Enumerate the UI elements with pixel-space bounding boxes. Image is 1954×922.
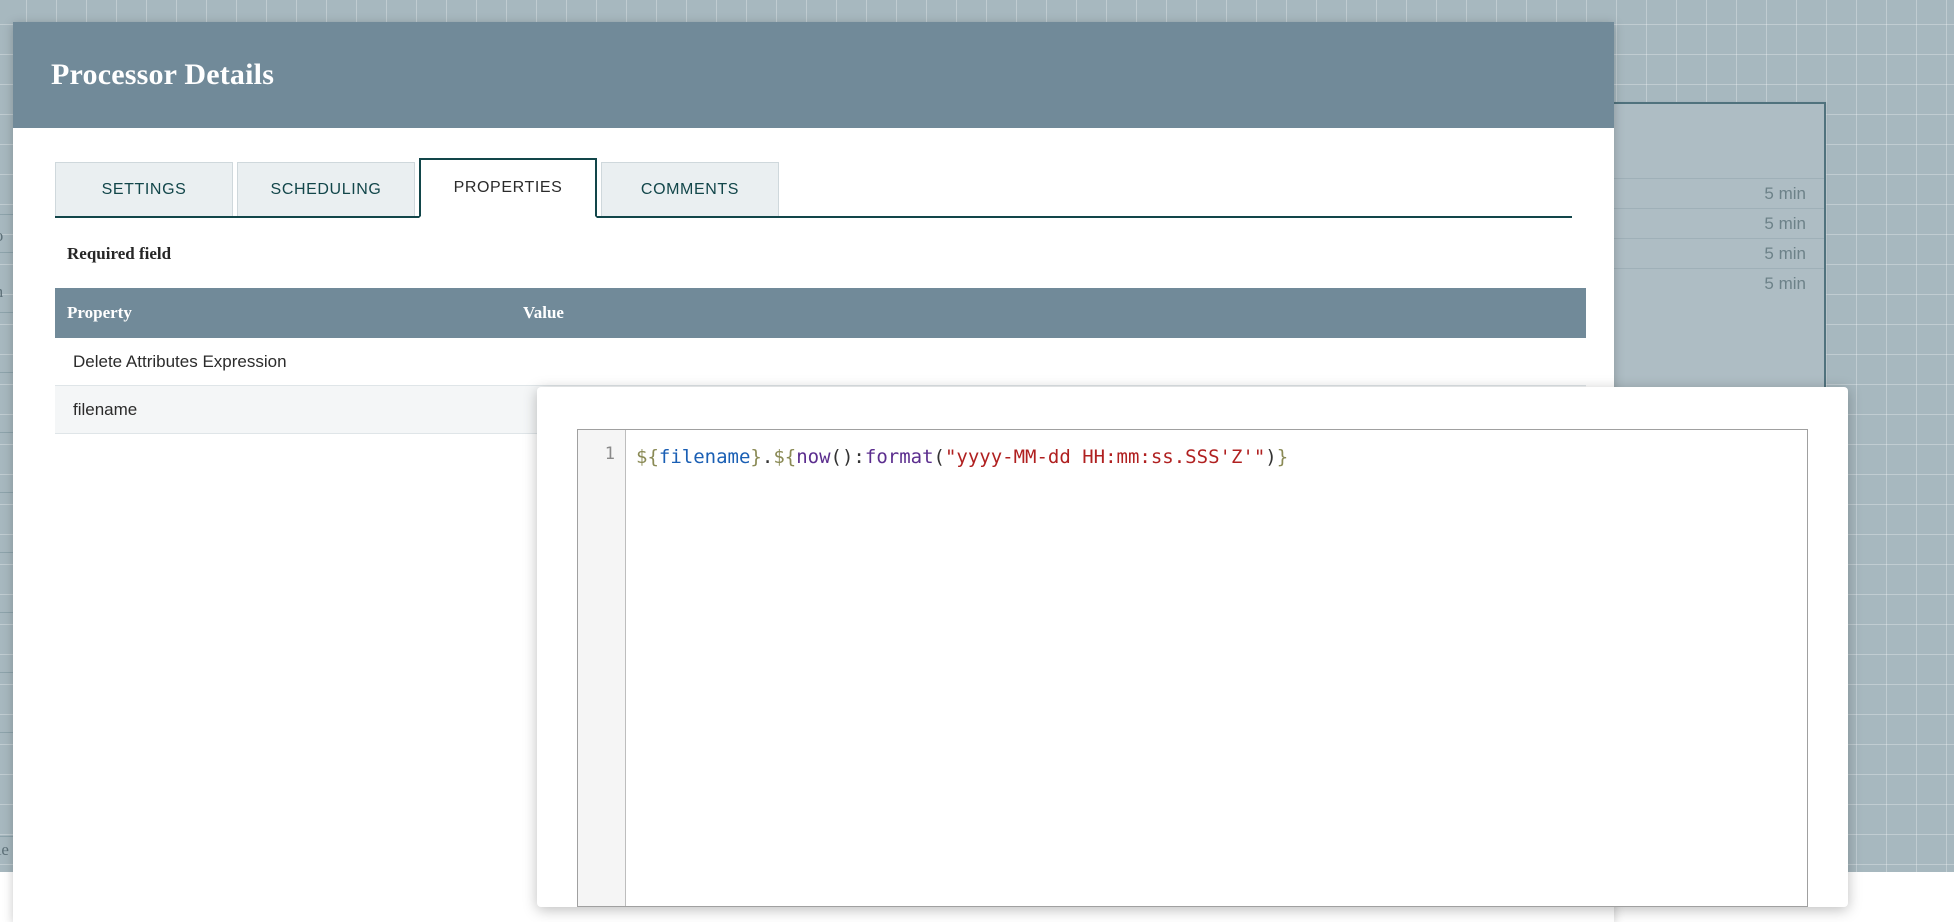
- code-token: format: [865, 446, 934, 468]
- code-token: ${: [773, 446, 796, 468]
- background-processor-box[interactable]: 5 min 5 min 5 min 5 min: [1612, 102, 1826, 407]
- code-token: :: [853, 446, 864, 468]
- processor-box-row: 5 min: [1614, 178, 1824, 208]
- code-editor-input[interactable]: ${filename}.${now():format("yyyy-MM-dd H…: [626, 430, 1807, 906]
- dialog-header: Processor Details: [13, 22, 1614, 128]
- expression-editor-popup: 1 ${filename}.${now():format("yyyy-MM-dd…: [537, 387, 1848, 907]
- code-token: "yyyy-MM-dd HH:mm:ss.SSS'Z'": [945, 446, 1265, 468]
- code-token: ): [1265, 446, 1276, 468]
- tabs-container: SETTINGS SCHEDULING PROPERTIES COMMENTS: [13, 128, 1614, 218]
- expression-editor-body: 1 ${filename}.${now():format("yyyy-MM-dd…: [577, 429, 1808, 907]
- column-header-property: Property: [55, 303, 515, 323]
- table-row[interactable]: Delete Attributes Expression: [55, 338, 1586, 386]
- required-field-note: Required field: [67, 244, 1614, 264]
- edge-text-fragment: m: [0, 282, 3, 302]
- code-token: (): [831, 446, 854, 468]
- line-number-gutter: 1: [578, 430, 626, 906]
- code-token: now: [796, 446, 830, 468]
- code-token: }: [1277, 446, 1288, 468]
- tab-scheduling[interactable]: SCHEDULING: [237, 162, 415, 216]
- processor-box-row: 5 min: [1614, 208, 1824, 238]
- processor-box-spacer: [1614, 104, 1824, 178]
- table-header-row: Property Value: [55, 288, 1586, 338]
- processor-box-row: 5 min: [1614, 238, 1824, 268]
- edge-text-fragment: to: [0, 226, 3, 246]
- code-token: .: [762, 446, 773, 468]
- line-number: 1: [605, 444, 615, 464]
- code-token: }: [750, 446, 761, 468]
- property-name: Delete Attributes Expression: [55, 352, 515, 372]
- processor-box-row: 5 min: [1614, 268, 1824, 298]
- property-name: filename: [55, 400, 515, 420]
- code-token: (: [934, 446, 945, 468]
- tab-bar: SETTINGS SCHEDULING PROPERTIES COMMENTS: [55, 158, 1572, 218]
- tab-settings[interactable]: SETTINGS: [55, 162, 233, 216]
- column-header-value: Value: [515, 303, 1586, 323]
- edge-text-fragment: Re: [0, 840, 9, 860]
- tab-properties[interactable]: PROPERTIES: [419, 158, 597, 218]
- code-token: ${: [636, 446, 659, 468]
- page-title: Processor Details: [51, 58, 274, 92]
- tab-comments[interactable]: COMMENTS: [601, 162, 779, 216]
- code-token: filename: [659, 446, 751, 468]
